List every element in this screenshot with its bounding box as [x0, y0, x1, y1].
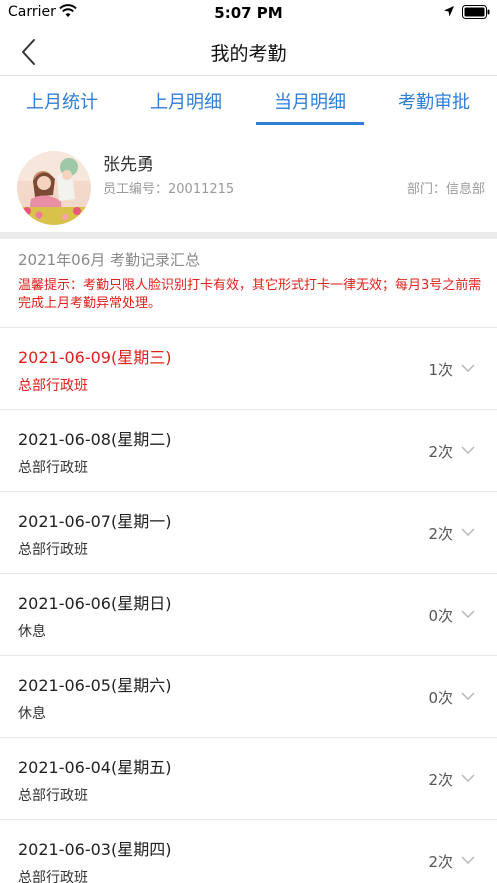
attendance-row[interactable]: 2021-06-08(星期二) 总部行政班 2次: [0, 410, 497, 492]
section-divider: [0, 232, 497, 239]
chevron-down-icon[interactable]: [461, 773, 475, 783]
profile-card: 张先勇 员工编号：20011215 部门：信息部: [0, 126, 497, 232]
avatar: [17, 151, 91, 225]
tab-last-month-detail[interactable]: 上月明细: [131, 88, 241, 114]
department-value: 信息部: [445, 182, 485, 197]
battery-icon: [462, 5, 490, 19]
record-date: 2021-06-07(星期一): [18, 512, 172, 531]
record-shift: 休息: [18, 624, 46, 640]
employee-number-label: 员工编号：: [103, 182, 169, 197]
chevron-down-icon[interactable]: [461, 445, 475, 455]
chevron-down-icon[interactable]: [461, 691, 475, 701]
record-date: 2021-06-04(星期五): [18, 758, 172, 777]
record-shift: 休息: [18, 706, 46, 722]
tab-bar: 上月统计 上月明细 当月明细 考勤审批: [0, 77, 497, 125]
attendance-row[interactable]: 2021-06-04(星期五) 总部行政班 2次: [0, 738, 497, 820]
record-count: 0次: [428, 689, 453, 707]
record-shift: 总部行政班: [18, 870, 88, 883]
notice-text: 温馨提示：考勤只限人脸识别打卡有效，其它形式打卡一律无效；每月3号之前需完成上月…: [18, 278, 482, 311]
chevron-down-icon[interactable]: [461, 527, 475, 537]
chevron-down-icon[interactable]: [461, 609, 475, 619]
record-shift: 总部行政班: [18, 788, 88, 804]
record-count: 1次: [428, 361, 453, 379]
summary-title: 2021年06月 考勤记录汇总: [18, 251, 201, 269]
attendance-row[interactable]: 2021-06-07(星期一) 总部行政班 2次: [0, 492, 497, 574]
department-label: 部门：: [406, 182, 446, 197]
employee-number-value: 20011215: [168, 182, 235, 197]
clock-time: 5:07 PM: [214, 4, 283, 22]
record-shift: 总部行政班: [18, 460, 88, 476]
chevron-down-icon[interactable]: [461, 363, 475, 373]
record-date: 2021-06-08(星期二): [18, 430, 172, 449]
page-title: 我的考勤: [210, 43, 287, 65]
record-date: 2021-06-03(星期四): [18, 840, 172, 859]
employee-name: 张先勇: [103, 155, 154, 175]
employee-number: 员工编号：20011215: [103, 178, 234, 197]
record-shift: 总部行政班: [18, 378, 88, 394]
department: 部门：信息部: [407, 178, 485, 197]
chevron-down-icon[interactable]: [461, 855, 475, 865]
record-count: 0次: [428, 607, 453, 625]
record-count: 2次: [428, 443, 453, 461]
attendance-row[interactable]: 2021-06-03(星期四) 总部行政班 2次: [0, 820, 497, 883]
attendance-row[interactable]: 2021-06-09(星期三) 总部行政班 1次: [0, 328, 497, 410]
active-tab-indicator: [256, 122, 364, 125]
record-date: 2021-06-06(星期日): [18, 594, 172, 613]
attendance-row[interactable]: 2021-06-05(星期六) 休息 0次: [0, 656, 497, 738]
record-count: 2次: [428, 853, 453, 871]
record-count: 2次: [428, 525, 453, 543]
location-arrow-icon: [444, 6, 454, 17]
record-shift: 总部行政班: [18, 542, 88, 558]
record-count: 2次: [428, 771, 453, 789]
tab-last-month-stats[interactable]: 上月统计: [7, 88, 117, 114]
tab-attendance-approval[interactable]: 考勤审批: [379, 88, 489, 114]
status-bar: Carrier 5:07 PM: [0, 0, 497, 26]
attendance-row[interactable]: 2021-06-06(星期日) 休息 0次: [0, 574, 497, 656]
record-date: 2021-06-09(星期三): [18, 348, 172, 367]
tab-this-month-detail[interactable]: 当月明细: [255, 88, 365, 114]
nav-bar: 我的考勤: [0, 26, 497, 76]
record-date: 2021-06-05(星期六): [18, 676, 172, 695]
